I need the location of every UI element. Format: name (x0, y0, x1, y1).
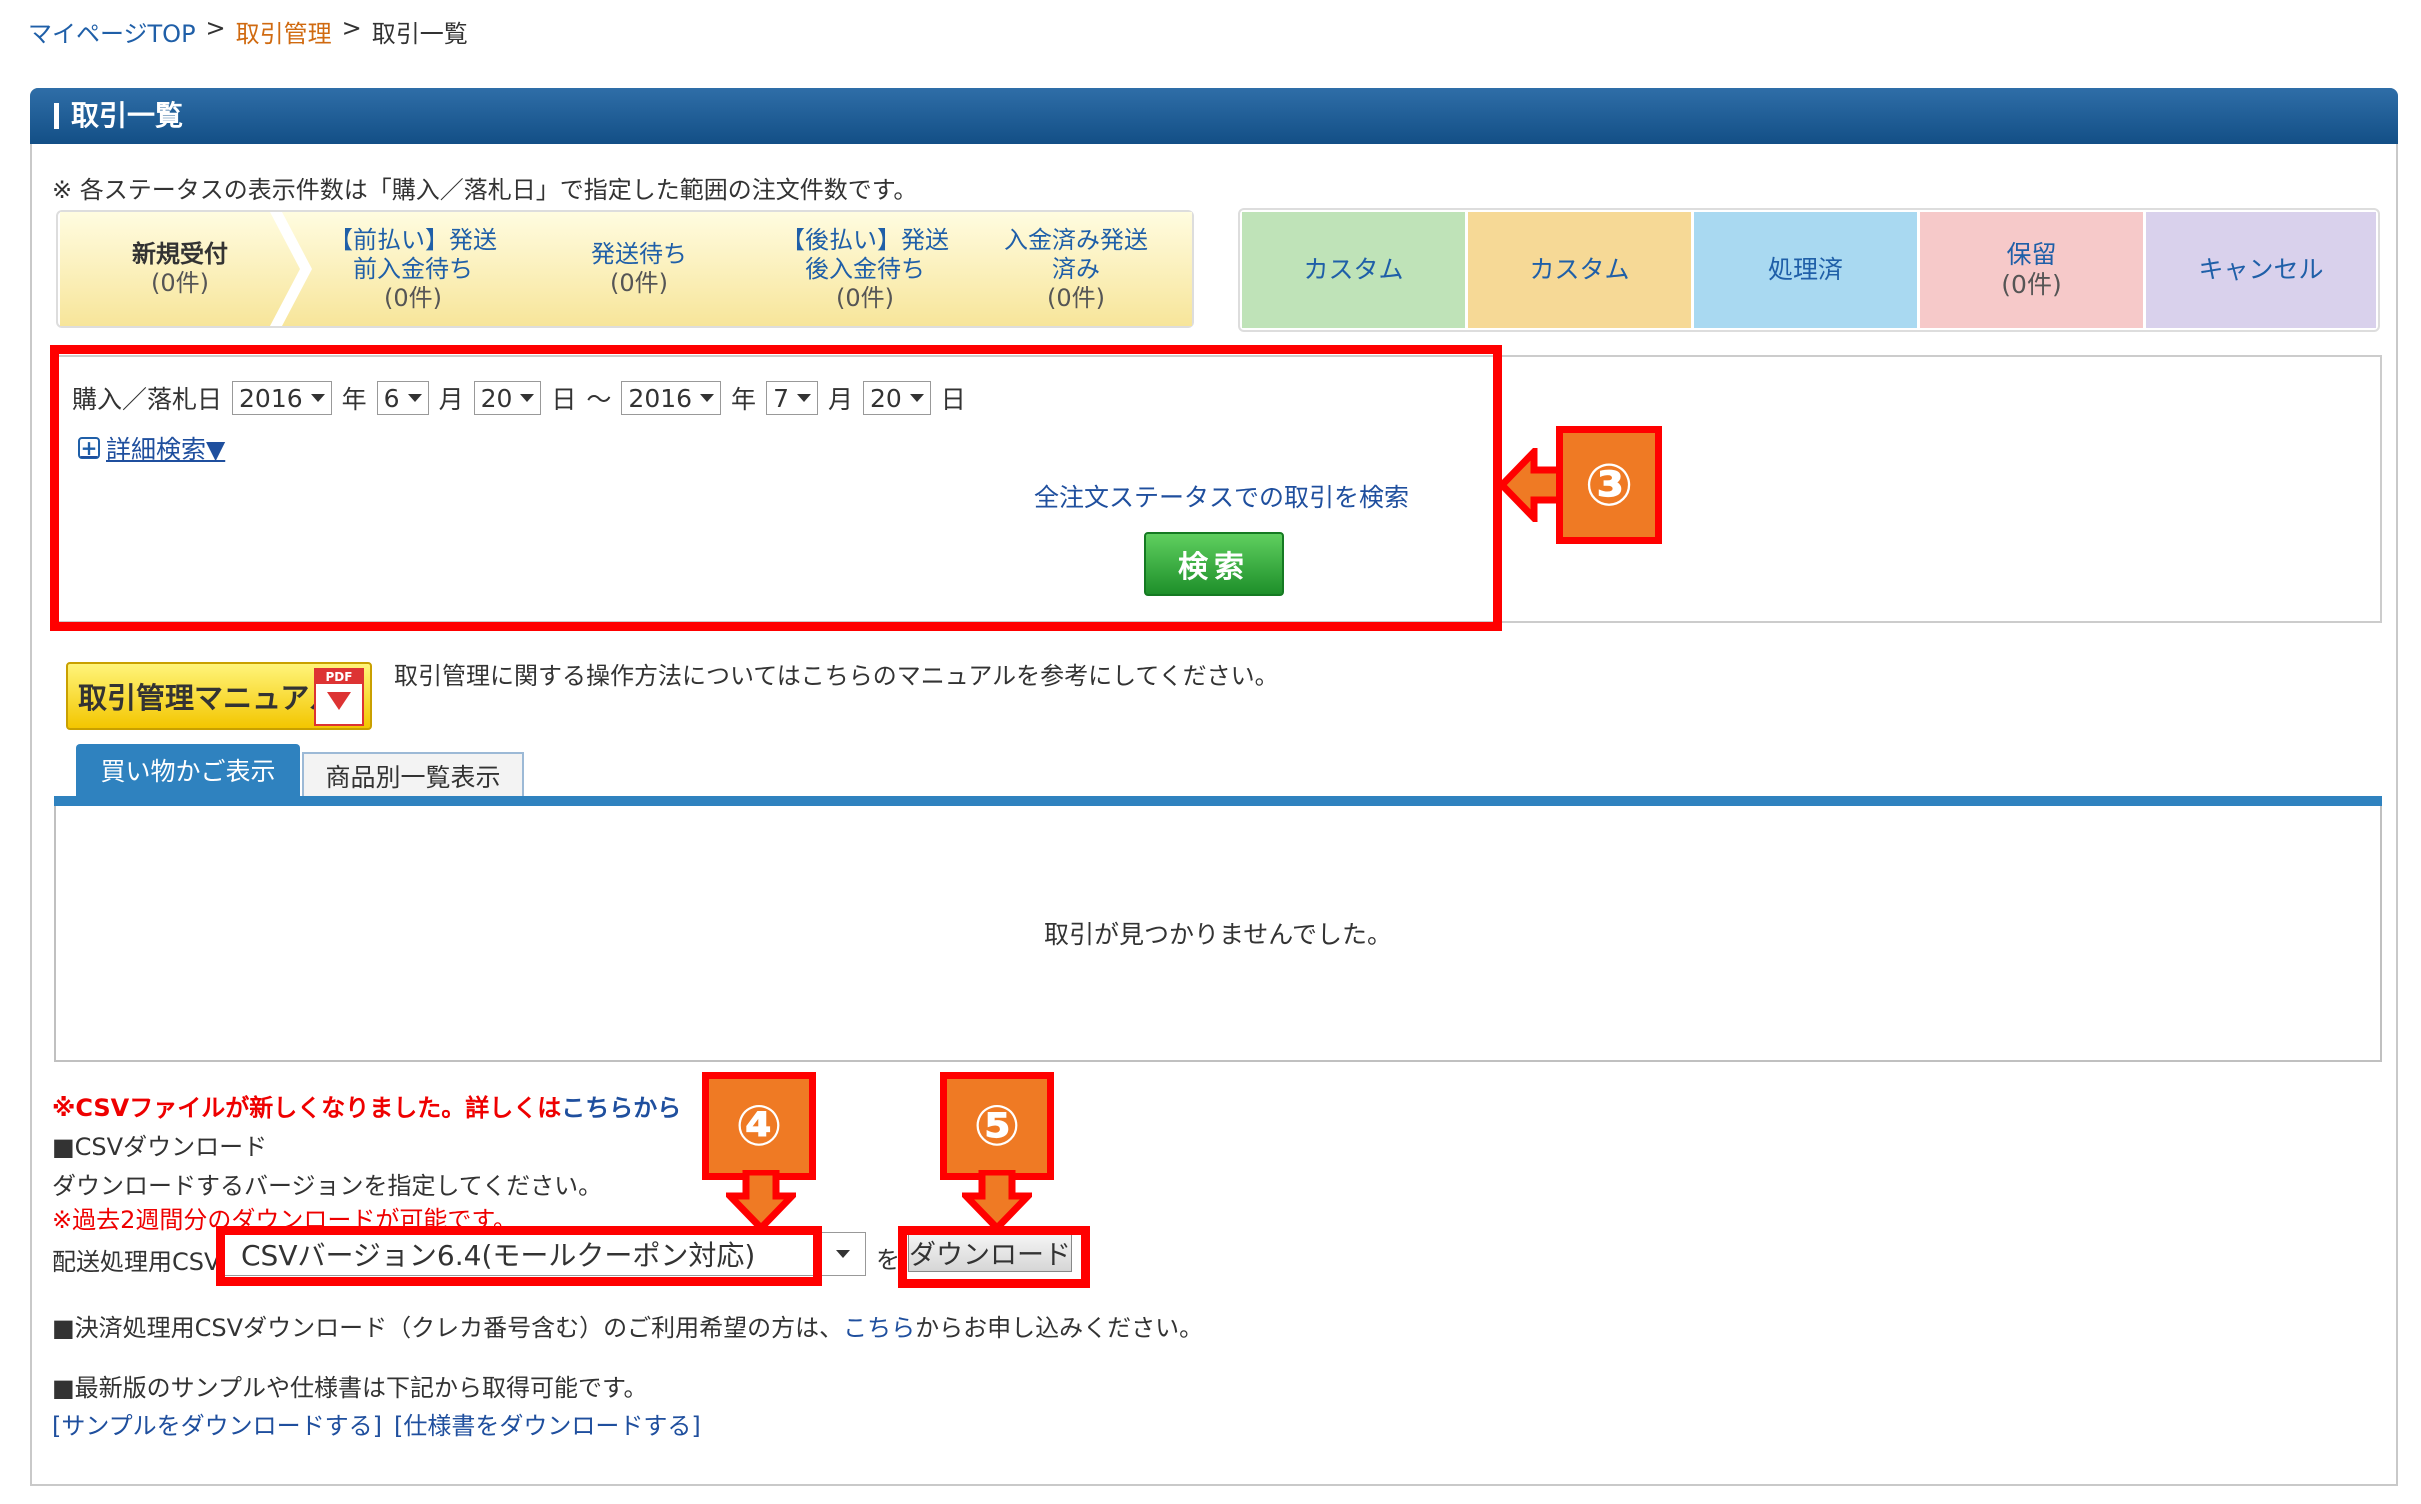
highlight-box-5 (898, 1226, 1090, 1288)
custom-status-label: カスタム (1529, 255, 1630, 284)
pdf-download-icon: PDF (314, 668, 364, 726)
status-step-postpay-waiting[interactable]: 【後払い】発送 後入金待ち (0件) (734, 212, 996, 326)
pdf-label: PDF (316, 670, 362, 684)
cancel-status-button[interactable]: キャンセル (2146, 212, 2376, 328)
tab-underline (54, 796, 2382, 806)
processed-status-button[interactable]: 処理済 (1694, 212, 1917, 328)
csv-new-notice-link[interactable]: こちらから (561, 1094, 681, 1122)
arrow-down-icon (962, 1170, 1032, 1232)
page-title: 取引一覧 (71, 99, 184, 132)
no-results-message: 取引が見つかりませんでした。 (1043, 920, 1392, 949)
breadcrumb-separator: > (205, 14, 226, 42)
payment-csv-text-suffix: からお申し込みください。 (915, 1314, 1204, 1342)
arrow-down-icon (726, 1170, 796, 1232)
highlight-box-4 (216, 1226, 822, 1286)
status-step-count: (0件) (610, 269, 668, 297)
status-step-paid-shipped[interactable]: 入金済み発送 済み (0件) (960, 212, 1192, 326)
custom-status-count: (0件) (2001, 270, 2062, 299)
panel-header: 取引一覧 (30, 88, 2398, 144)
status-step-awaiting-shipment[interactable]: 発送待ち (0件) (508, 212, 770, 326)
breadcrumb: マイページTOP > 取引管理 > 取引一覧 (28, 14, 468, 49)
breadcrumb-current: 取引一覧 (371, 20, 468, 48)
step-5-badge: ⑤ (940, 1072, 1054, 1180)
transaction-manual-button[interactable]: 取引管理マニュアル PDF (66, 662, 372, 730)
payment-csv-apply-link[interactable]: こちら (843, 1314, 915, 1342)
spec-download-link[interactable]: [仕様書をダウンロードする] (394, 1406, 701, 1441)
highlight-box-3 (50, 345, 1502, 631)
latest-docs-text: ■最新版のサンプルや仕様書は下記から取得可能です。 (52, 1374, 648, 1402)
docs-links: [サンプルをダウンロードする] [仕様書をダウンロードする] (52, 1406, 701, 1441)
sample-download-link[interactable]: [サンプルをダウンロードする] (52, 1406, 382, 1441)
csv-new-notice-text: ※CSVファイルが新しくなりました。詳しくは (52, 1094, 562, 1122)
status-step-count: (0件) (1047, 283, 1105, 312)
manual-description: 取引管理に関する操作方法についてはこちらのマニュアルを参考にしてください。 (394, 662, 1279, 690)
tab-product-list-view[interactable]: 商品別一覧表示 (302, 752, 524, 798)
custom-status-label: キャンセル (2198, 255, 2324, 284)
breadcrumb-separator: > (341, 14, 362, 42)
csv-wo-text: を (876, 1246, 900, 1274)
csv-version-instruction: ダウンロードするバージョンを指定してください。 (52, 1172, 603, 1200)
payment-csv-note: ■決済処理用CSVダウンロード（クレカ番号含む）のご利用希望の方は、こちらからお… (52, 1308, 1203, 1343)
custom-status-label: 処理済 (1767, 255, 1843, 284)
custom-status-label: 保留 (2006, 240, 2057, 269)
payment-csv-text: ■決済処理用CSVダウンロード（クレカ番号含む）のご利用希望の方は、 (52, 1314, 844, 1342)
step-3-badge: ③ (1556, 426, 1662, 544)
status-step-label: 入金済み発送 済み (1004, 225, 1148, 283)
hold-status-button[interactable]: 保留 (0件) (1920, 212, 2143, 328)
csv-new-notice: ※CSVファイルが新しくなりました。詳しくはこちらから (52, 1088, 681, 1123)
status-count-note: ※ 各ステータスの表示件数は「購入／落札日」で指定した範囲の注文件数です。 (52, 176, 918, 204)
status-step-count: (0件) (836, 283, 894, 312)
breadcrumb-transaction-management-link[interactable]: 取引管理 (236, 14, 332, 49)
status-step-count: (0件) (384, 283, 442, 312)
status-step-count: (0件) (151, 269, 209, 297)
custom-status-label: カスタム (1303, 255, 1404, 284)
csv-select-label: 配送処理用CSV (52, 1248, 221, 1276)
status-step-prepay-waiting[interactable]: 【前払い】発送 前入金待ち (0件) (282, 212, 544, 326)
csv-download-heading: ■CSVダウンロード (52, 1133, 268, 1161)
custom-status-button-2[interactable]: カスタム (1468, 212, 1691, 328)
status-step-new-order[interactable]: 新規受付 (0件) (60, 212, 300, 326)
tab-shopping-cart-view[interactable]: 買い物かご表示 (76, 744, 300, 796)
status-step-label: 発送待ち (591, 240, 687, 268)
status-step-label: 新規受付 (132, 240, 228, 268)
results-area: 取引が見つかりませんでした。 (54, 806, 2382, 1062)
breadcrumb-mypage-top-link[interactable]: マイページTOP (28, 14, 196, 49)
status-step-label: 【後払い】発送 後入金待ち (781, 225, 949, 283)
step-4-badge: ④ (702, 1072, 816, 1180)
chevron-down-icon (819, 1233, 865, 1275)
custom-status-button-1[interactable]: カスタム (1242, 212, 1465, 328)
status-step-label: 【前払い】発送 前入金待ち (329, 225, 497, 283)
manual-button-label: 取引管理マニュアル (78, 681, 339, 715)
